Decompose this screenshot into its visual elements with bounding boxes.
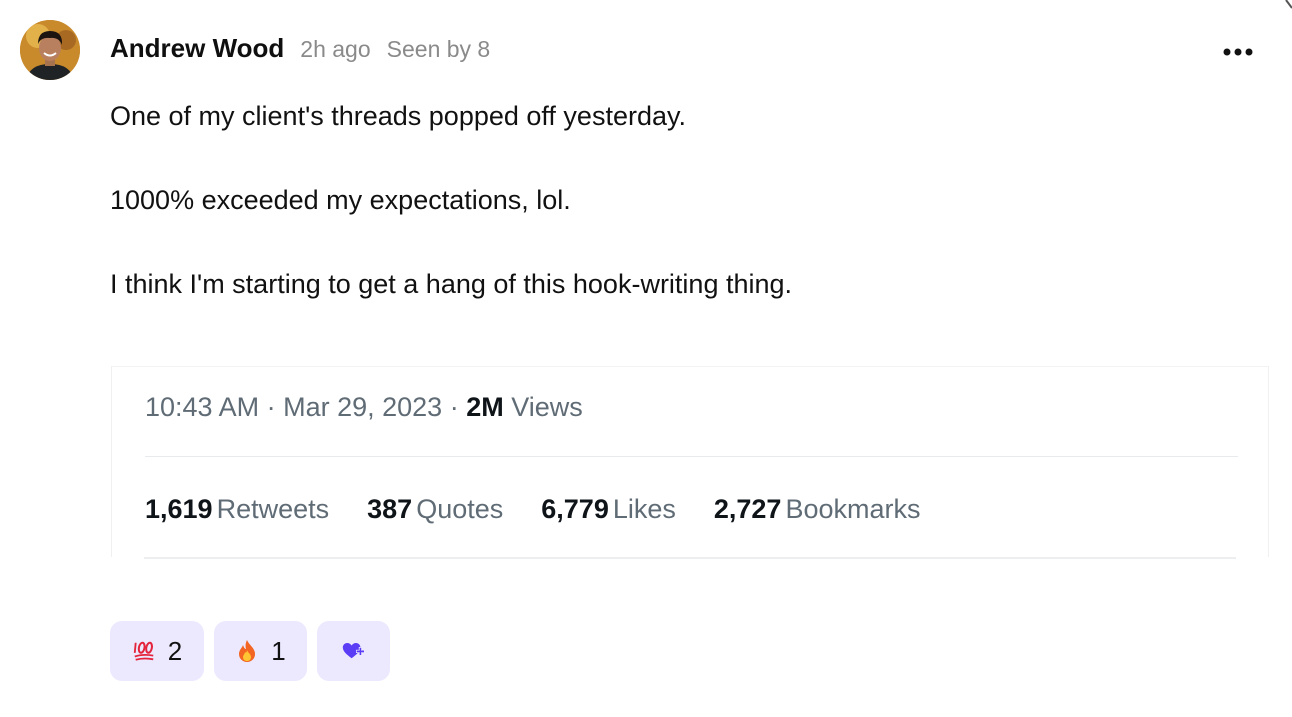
hundred-points-icon — [132, 639, 156, 663]
stat-label: Likes — [612, 494, 676, 524]
post-timestamp: 2h ago — [300, 36, 371, 62]
post-line-1: One of my client's threads popped off ye… — [110, 101, 686, 131]
seen-by-count[interactable]: Seen by 8 — [387, 36, 491, 63]
tweet-stats: 1,619 Retweets 387 Quotes 6,779 Likes 2,727… — [145, 491, 959, 527]
post-header: Andrew Wood 2h ago Seen by 8 — [110, 33, 506, 69]
reaction-count: 2 — [167, 635, 183, 666]
stat-label: Retweets — [216, 494, 330, 524]
views-label: Views — [503, 392, 583, 422]
more-options-button[interactable] — [1218, 40, 1258, 64]
stat-count: 387 — [367, 494, 413, 524]
avatar-image — [20, 20, 80, 80]
reaction-hundred-button[interactable]: 2 — [110, 621, 204, 681]
author-name[interactable]: Andrew Wood — [110, 33, 284, 64]
views-count: 2M — [466, 392, 504, 422]
tweet-date: Mar 29, 2023 — [283, 392, 443, 422]
stat-count: 2,727 — [713, 494, 782, 524]
reactions-bar: 2 1 — [110, 621, 400, 681]
more-horizontal-icon — [1223, 48, 1253, 56]
fire-icon — [235, 639, 259, 663]
stat-count: 6,779 — [541, 494, 609, 524]
add-reaction-button[interactable] — [317, 621, 390, 681]
author-avatar[interactable] — [20, 20, 80, 80]
reaction-count: 1 — [271, 635, 286, 666]
retweets-stat: 1,619 Retweets — [145, 491, 329, 527]
tweet-bottom-divider — [144, 557, 1236, 559]
tweet-meta: 10:43 AM · Mar 29, 2023 · 2M Views — [145, 389, 583, 425]
add-reaction-heart-icon — [342, 639, 366, 663]
stat-label: Quotes — [416, 494, 504, 524]
meta-separator: · — [442, 392, 467, 422]
embedded-tweet-screenshot: 10:43 AM · Mar 29, 2023 · 2M Views 1,619… — [111, 366, 1269, 557]
quotes-stat: 387 Quotes — [367, 491, 503, 527]
post-body: One of my client's threads popped off ye… — [110, 98, 1210, 302]
bookmarks-stat: 2,727 Bookmarks — [714, 491, 921, 527]
window-corner-decoration — [1285, 0, 1292, 9]
post-line-3: I think I'm starting to get a hang of th… — [110, 269, 793, 299]
stat-label: Bookmarks — [785, 494, 921, 524]
meta-separator: · — [259, 392, 284, 422]
reaction-fire-button[interactable]: 1 — [214, 621, 307, 681]
likes-stat: 6,779 Likes — [541, 491, 676, 527]
post-line-2: 1000% exceeded my expectations, lol. — [110, 185, 571, 215]
stat-count: 1,619 — [145, 494, 213, 524]
tweet-divider — [145, 456, 1238, 457]
tweet-time: 10:43 AM — [145, 392, 260, 422]
